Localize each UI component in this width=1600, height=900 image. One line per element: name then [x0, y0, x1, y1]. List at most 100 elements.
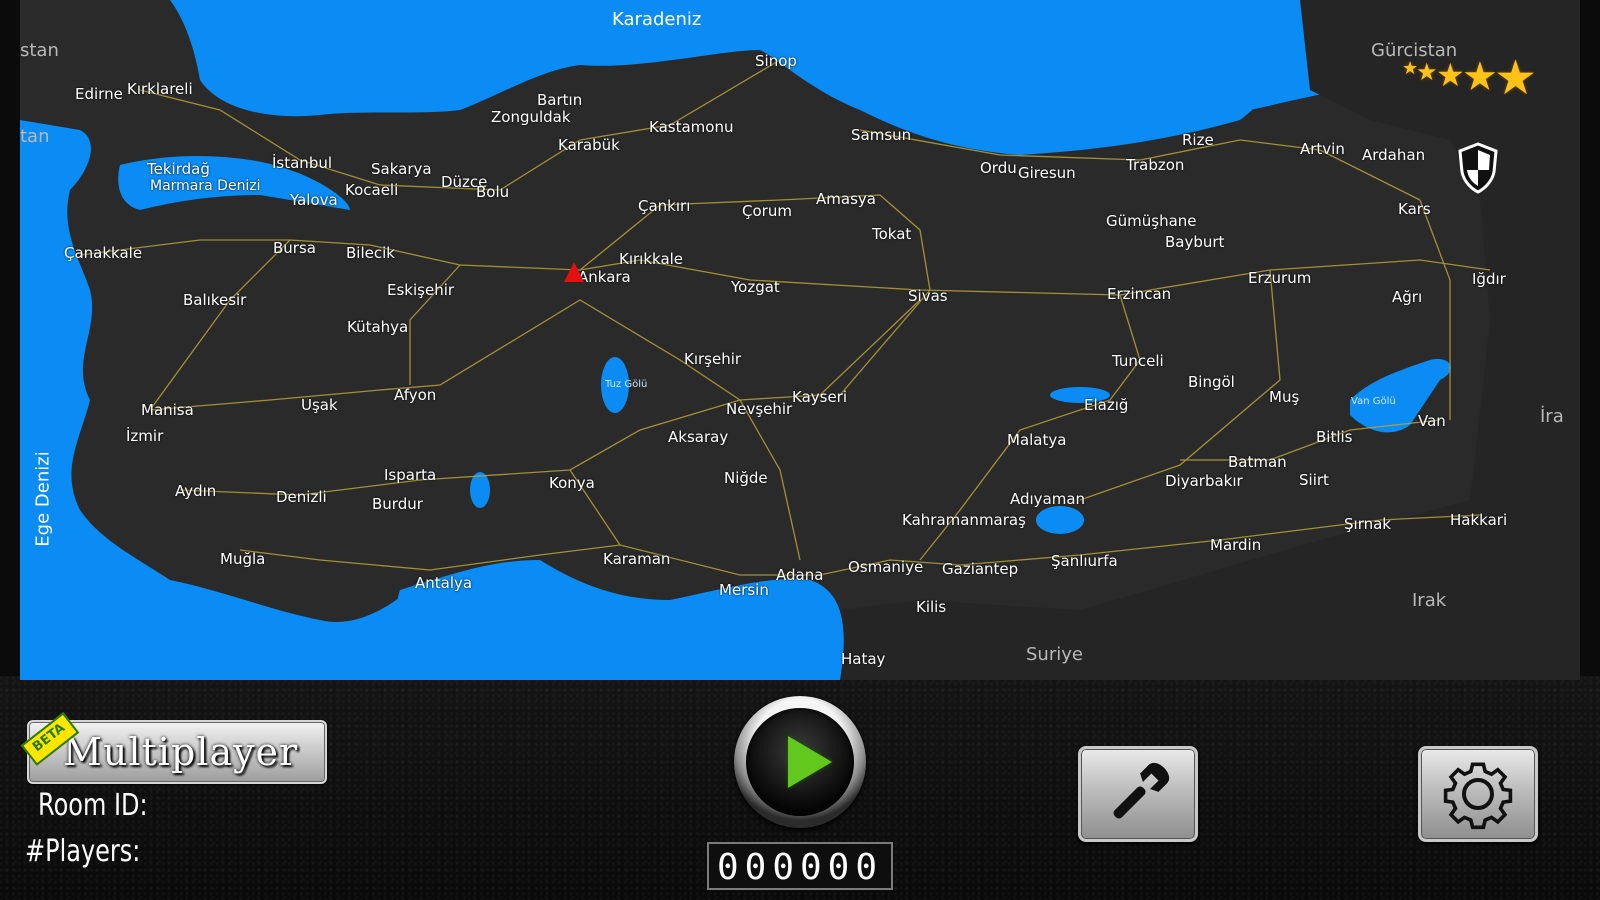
city-label[interactable]: Balıkesir: [183, 293, 246, 308]
city-label[interactable]: Kars: [1398, 202, 1431, 217]
city-label[interactable]: Karaman: [603, 552, 670, 567]
ataturk-dam: [1036, 506, 1084, 534]
city-label[interactable]: Trabzon: [1126, 158, 1184, 173]
city-label[interactable]: Ağrı: [1392, 290, 1422, 305]
city-label[interactable]: Bingöl: [1188, 375, 1235, 390]
city-label[interactable]: Eskişehir: [387, 283, 454, 298]
city-label[interactable]: Bayburt: [1165, 235, 1224, 250]
city-label[interactable]: Nevşehir: [726, 402, 792, 417]
city-label[interactable]: Amasya: [816, 192, 876, 207]
city-label[interactable]: Kırıkkale: [619, 252, 683, 267]
city-label[interactable]: Aksaray: [668, 430, 728, 445]
city-label[interactable]: Gaziantep: [942, 562, 1018, 577]
play-button[interactable]: [734, 696, 866, 828]
sea-label-aegean: Ege Denizi: [32, 451, 54, 547]
city-label[interactable]: Mardin: [1210, 538, 1261, 553]
city-label[interactable]: Bilecik: [346, 246, 395, 261]
city-label[interactable]: Giresun: [1018, 166, 1076, 181]
shield-icon[interactable]: [1456, 142, 1500, 194]
turkey-map[interactable]: Karadeniz Marmara Denizi Ege Denizi stan…: [20, 0, 1580, 680]
city-label[interactable]: Kırklareli: [127, 82, 193, 97]
city-label[interactable]: Çorum: [742, 204, 792, 219]
city-label[interactable]: Adıyaman: [1010, 492, 1085, 507]
city-label[interactable]: Konya: [549, 476, 595, 491]
sea-label-black-sea: Karadeniz: [612, 9, 702, 30]
city-label[interactable]: Kütahya: [347, 320, 408, 335]
city-label[interactable]: Siirt: [1299, 473, 1329, 488]
city-label[interactable]: Erzincan: [1107, 287, 1171, 302]
city-label[interactable]: Şanlıurfa: [1051, 554, 1118, 569]
play-icon: [788, 736, 832, 788]
star-icon: ★: [1416, 58, 1438, 86]
city-label[interactable]: Denizli: [276, 490, 327, 505]
city-label[interactable]: Osmaniye: [848, 560, 923, 575]
city-label[interactable]: Tunceli: [1112, 354, 1164, 369]
city-label[interactable]: Erzurum: [1248, 271, 1311, 286]
city-label[interactable]: Kilis: [916, 600, 946, 615]
city-label[interactable]: Bitlis: [1316, 430, 1353, 445]
city-label[interactable]: Kırşehir: [684, 352, 741, 367]
city-label[interactable]: Çanakkale: [64, 246, 142, 261]
city-label[interactable]: Batman: [1228, 455, 1287, 470]
city-label[interactable]: Isparta: [384, 468, 436, 483]
city-label[interactable]: Hatay: [841, 652, 885, 667]
city-label[interactable]: Edirne: [75, 87, 123, 102]
play-button-inner: [746, 708, 854, 816]
city-label[interactable]: Burdur: [372, 497, 423, 512]
city-label[interactable]: Kayseri: [792, 390, 847, 405]
city-label[interactable]: Kahramanmaraş: [902, 513, 1026, 528]
city-label[interactable]: Rize: [1182, 133, 1214, 148]
city-label[interactable]: Iğdır: [1472, 272, 1506, 287]
player-location-marker: [564, 262, 584, 282]
city-label[interactable]: Antalya: [415, 576, 472, 591]
city-label[interactable]: Samsun: [851, 128, 911, 143]
neighbor-label-2: tan: [20, 126, 50, 147]
city-label[interactable]: Bartın: [537, 93, 582, 108]
city-label[interactable]: Ardahan: [1362, 148, 1425, 163]
city-label[interactable]: Muş: [1269, 390, 1299, 405]
city-label[interactable]: Sakarya: [371, 162, 432, 177]
city-label[interactable]: Ankara: [578, 270, 631, 285]
city-label[interactable]: Sinop: [755, 54, 797, 69]
city-label[interactable]: Malatya: [1007, 433, 1066, 448]
city-label[interactable]: Van: [1418, 414, 1446, 429]
city-label[interactable]: Ordu: [980, 161, 1017, 176]
city-label[interactable]: Mersin: [719, 583, 769, 598]
money-counter: 000000: [707, 842, 893, 890]
city-label[interactable]: İstanbul: [272, 156, 332, 171]
city-label[interactable]: Elazığ: [1084, 398, 1128, 413]
city-label[interactable]: Bolu: [476, 185, 509, 200]
city-label[interactable]: Yozgat: [731, 280, 780, 295]
city-label[interactable]: Karabük: [558, 138, 620, 153]
room-id-label: Room ID:: [38, 788, 148, 823]
city-label[interactable]: Zonguldak: [491, 110, 571, 125]
city-label[interactable]: Muğla: [220, 552, 265, 567]
city-label[interactable]: Uşak: [301, 398, 338, 413]
settings-button[interactable]: [1418, 746, 1538, 842]
city-label[interactable]: Hakkari: [1450, 513, 1507, 528]
players-label: #Players:: [25, 834, 140, 869]
city-label[interactable]: Sivas: [908, 289, 948, 304]
city-label[interactable]: Niğde: [724, 471, 768, 486]
garage-button[interactable]: [1078, 746, 1198, 842]
city-label[interactable]: Kocaeli: [345, 183, 398, 198]
multiplayer-button[interactable]: Multiplayer BETA: [20, 712, 327, 784]
city-label[interactable]: Şırnak: [1344, 517, 1391, 532]
city-label[interactable]: Tekirdağ: [147, 162, 210, 177]
city-label[interactable]: Çankırı: [638, 199, 690, 214]
city-label[interactable]: Aydın: [175, 484, 216, 499]
city-label[interactable]: Kastamonu: [649, 120, 733, 135]
city-label[interactable]: Diyarbakır: [1165, 474, 1243, 489]
city-label[interactable]: Yalova: [290, 193, 338, 208]
city-label[interactable]: Manisa: [141, 403, 194, 418]
wrench-icon: [1113, 763, 1169, 819]
city-label[interactable]: İzmir: [126, 429, 163, 444]
city-label[interactable]: Tokat: [872, 227, 911, 242]
city-label[interactable]: Afyon: [394, 388, 436, 403]
city-label[interactable]: Adana: [776, 568, 823, 583]
star-icon: ★: [1436, 56, 1465, 94]
sea-label-marmara: Marmara Denizi: [150, 178, 261, 194]
city-label[interactable]: Artvin: [1300, 142, 1345, 157]
city-label[interactable]: Bursa: [273, 241, 316, 256]
city-label[interactable]: Gümüşhane: [1106, 214, 1197, 229]
